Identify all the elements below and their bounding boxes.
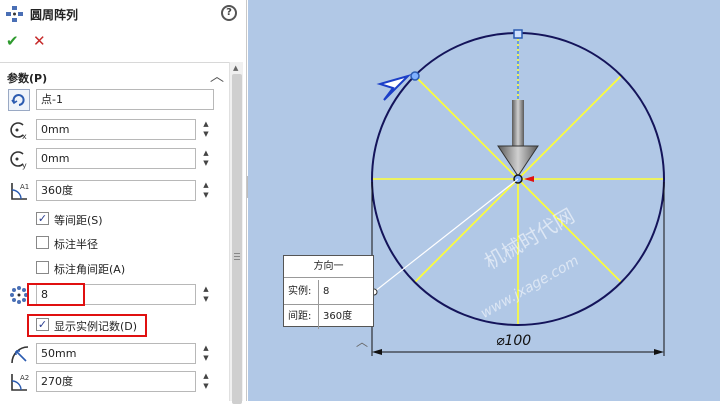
panel-title: 圆周阵列: [30, 8, 79, 22]
radius-icon: [11, 346, 29, 364]
callout-value[interactable]: 360度: [323, 305, 352, 329]
x-offset-spinner[interactable]: ▲ ▼: [200, 119, 212, 140]
direction-arrow-icon: [497, 145, 539, 177]
sketch-drawing: [370, 29, 665, 356]
dim-radius-checkbox[interactable]: [36, 236, 49, 249]
callout-leader-line: [373, 178, 519, 293]
arc-angle-spinner[interactable]: ▲ ▼: [200, 371, 212, 392]
help-button[interactable]: ?: [221, 5, 237, 21]
parameters-section-title: 参数(P): [7, 72, 48, 85]
angle-field[interactable]: 360度: [36, 180, 196, 201]
arc-angle-icon: A2: [11, 374, 29, 391]
dim-arrow-left-icon: [372, 349, 382, 355]
circular-pattern-icon: [6, 6, 23, 22]
property-manager-panel: 圆周阵列 ? ✔ ✕ 参数(P) ︿ 点-1 x 0mm ▲ ▼ y 0mm ▲…: [0, 0, 247, 404]
scrollbar-thumb[interactable]: [232, 74, 242, 404]
show-count-highlight-box: [27, 314, 147, 337]
callout-row-instances: 实例: 8: [284, 280, 373, 304]
circular-pattern-window: 圆周阵列 ? ✔ ✕ 参数(P) ︿ 点-1 x 0mm ▲ ▼ y 0mm ▲…: [0, 0, 720, 404]
callout-key: 实例:: [288, 280, 319, 304]
center-point-field[interactable]: 点-1: [36, 89, 214, 110]
rotate-center-icon: [8, 89, 30, 111]
parameters-section-header[interactable]: 参数(P) ︿: [0, 62, 229, 86]
graphics-canvas[interactable]: [248, 0, 720, 401]
equal-spacing-label: 等间距(S): [54, 214, 103, 227]
instance-callout: 方向一 实例: 8 间距: 360度: [283, 255, 374, 329]
x-offset-icon: x: [10, 122, 27, 141]
callout-key: 间距:: [288, 305, 319, 329]
x-offset-field[interactable]: 0mm: [36, 119, 196, 140]
callout-value[interactable]: 8: [323, 280, 329, 304]
ok-button[interactable]: ✔: [6, 32, 19, 50]
chevron-up-icon[interactable]: ︿: [356, 333, 368, 350]
svg-text:A2: A2: [20, 374, 29, 382]
chevron-up-icon[interactable]: ︿: [210, 66, 224, 86]
svg-text:A1: A1: [20, 183, 29, 191]
top-handle[interactable]: [513, 29, 523, 39]
rotation-handle[interactable]: [410, 71, 420, 81]
dim-angle-label: 标注角间距(A): [54, 263, 126, 276]
arc-angle-field[interactable]: 270度: [36, 371, 196, 392]
panel-scrollbar[interactable]: ▲: [229, 62, 243, 404]
equal-spacing-checkbox[interactable]: ✓: [36, 212, 49, 225]
dim-angle-checkbox[interactable]: [36, 261, 49, 274]
cancel-button[interactable]: ✕: [33, 32, 46, 50]
direction-arrow-shaft: [512, 100, 524, 146]
angle-icon: A1: [11, 183, 29, 200]
radius-field[interactable]: 50mm: [36, 343, 196, 364]
scroll-up-arrow-icon[interactable]: ▲: [233, 64, 238, 72]
y-offset-icon: y: [10, 151, 27, 170]
radius-spinner[interactable]: ▲ ▼: [200, 343, 212, 364]
dim-arrow-right-icon: [654, 349, 664, 355]
x-axis-arrow-icon: [524, 176, 534, 182]
svg-text:x: x: [22, 132, 27, 141]
y-offset-spinner[interactable]: ▲ ▼: [200, 148, 212, 169]
angle-spinner[interactable]: ▲ ▼: [200, 180, 212, 201]
diameter-dimension-label[interactable]: ⌀100: [496, 333, 531, 349]
svg-text:y: y: [22, 161, 27, 170]
panel-titlebar: 圆周阵列 ?: [0, 0, 247, 28]
callout-row-spacing: 间距: 360度: [284, 304, 373, 329]
dim-radius-label: 标注半径: [54, 238, 98, 251]
instances-spinner[interactable]: ▲ ▼: [200, 284, 212, 305]
instances-highlight-box: [27, 283, 85, 306]
y-offset-field[interactable]: 0mm: [36, 148, 196, 169]
callout-title: 方向一: [284, 256, 373, 278]
